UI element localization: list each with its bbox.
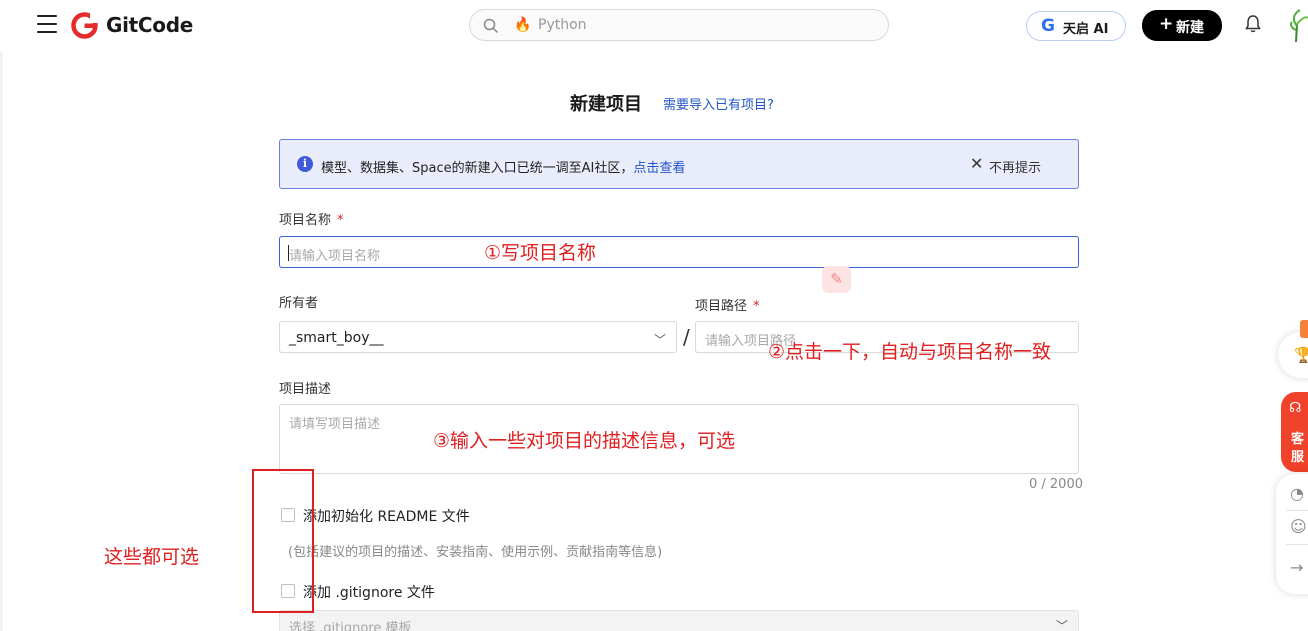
service-label-2: 服 — [1291, 450, 1305, 465]
edit-pencil-icon[interactable]: ✎ — [822, 266, 851, 293]
info-icon: i — [297, 156, 313, 172]
notice-banner: i 模型、数据集、Space的新建入口已统一调至AI社区，点击查看 ✕ 不再提示 — [279, 139, 1079, 189]
gitignore-checkbox-label[interactable]: 添加 .gitignore 文件 — [303, 582, 435, 602]
customer-service-button[interactable]: ☊ 客 服 — [1281, 392, 1308, 472]
chevron-down-icon: ﹀ — [1056, 619, 1069, 631]
arrow-right-icon[interactable]: → — [1290, 558, 1303, 577]
trophy-icon: 🏆 — [1294, 346, 1308, 364]
ai-button-label: 天启 AI — [1063, 22, 1109, 37]
project-name-label-text: 项目名称 — [279, 213, 332, 228]
annotation-step2: ②点击一下，自动与项目名称一致 — [768, 341, 1052, 363]
path-separator: / — [683, 325, 690, 349]
project-name-placeholder: 请输入项目名称 — [289, 249, 381, 264]
project-name-label: 项目名称 * — [279, 209, 344, 228]
search-input[interactable]: 🔥 Python — [469, 9, 889, 41]
flame-icon: 🔥 — [514, 17, 532, 33]
chevron-down-icon: ﹀ — [654, 333, 667, 347]
description-label: 项目描述 — [279, 382, 332, 397]
gitignore-placeholder: 选择 .gitignore 模板 — [289, 621, 412, 631]
logo-text[interactable]: GitCode — [106, 13, 193, 37]
page-title: 新建项目 — [570, 94, 642, 115]
badge-icon — [1300, 320, 1308, 338]
import-project-link[interactable]: 需要导入已有项目? — [663, 94, 774, 113]
menu-icon[interactable] — [37, 15, 57, 35]
description-placeholder: 请填写项目描述 — [289, 417, 381, 432]
project-path-label-text: 项目路径 — [695, 299, 748, 314]
new-button-label: 新建 — [1176, 20, 1204, 36]
required-mark: * — [337, 213, 344, 228]
new-button[interactable]: + 新建 — [1142, 10, 1222, 41]
owner-select[interactable]: _smart_boy__ ﹀ — [279, 321, 677, 353]
smile-icon[interactable]: ☺ — [1290, 517, 1307, 536]
side-tools-panel: ◔ ☺ → — [1276, 474, 1308, 594]
divider — [1286, 544, 1308, 545]
ai-logo-icon: G — [1041, 16, 1055, 36]
tianqi-ai-button[interactable]: G 天启 AI — [1026, 11, 1126, 41]
side-achievement-button[interactable]: 🏆 — [1278, 320, 1308, 378]
gitcode-logo-icon[interactable] — [71, 12, 98, 39]
top-navigation-bar: GitCode 🔥 Python G 天启 AI + 新建 — [0, 0, 1308, 52]
owner-label: 所有者 — [279, 296, 319, 311]
project-name-input[interactable]: 请输入项目名称 — [279, 236, 1079, 268]
owner-value: _smart_boy__ — [289, 330, 384, 346]
headset-icon: ☊ — [1289, 400, 1302, 416]
avatar[interactable] — [1290, 6, 1308, 42]
notification-bell-icon[interactable] — [1244, 14, 1262, 34]
search-placeholder: Python — [538, 17, 587, 33]
readme-hint: (包括建议的项目的描述、安装指南、使用示例、贡献指南等信息) — [288, 545, 663, 560]
search-icon — [483, 18, 499, 34]
annotation-optional: 这些都可选 — [104, 546, 200, 568]
readme-checkbox-label[interactable]: 添加初始化 README 文件 — [303, 506, 470, 526]
page-edge — [0, 52, 3, 631]
required-mark: * — [753, 299, 760, 314]
refresh-icon[interactable]: ◔ — [1290, 484, 1304, 503]
annotation-step1: ①写项目名称 — [484, 242, 597, 264]
annotation-step3: ③输入一些对项目的描述信息，可选 — [433, 430, 736, 452]
dismiss-notice-button[interactable]: 不再提示 — [989, 157, 1041, 176]
notice-text: 模型、数据集、Space的新建入口已统一调至AI社区， — [321, 161, 634, 176]
service-label-1: 客 — [1291, 432, 1305, 447]
description-char-counter: 0 / 2000 — [1029, 477, 1083, 492]
plus-icon: + — [1159, 14, 1174, 34]
gitignore-template-select[interactable]: 选择 .gitignore 模板 ﹀ — [279, 610, 1079, 631]
close-icon[interactable]: ✕ — [970, 154, 983, 173]
project-path-label: 项目路径 * — [695, 295, 760, 314]
divider — [1286, 510, 1308, 511]
notice-view-link[interactable]: 点击查看 — [633, 161, 685, 176]
notice-message: 模型、数据集、Space的新建入口已统一调至AI社区，点击查看 — [321, 157, 685, 176]
annotation-highlight-box — [252, 469, 314, 613]
